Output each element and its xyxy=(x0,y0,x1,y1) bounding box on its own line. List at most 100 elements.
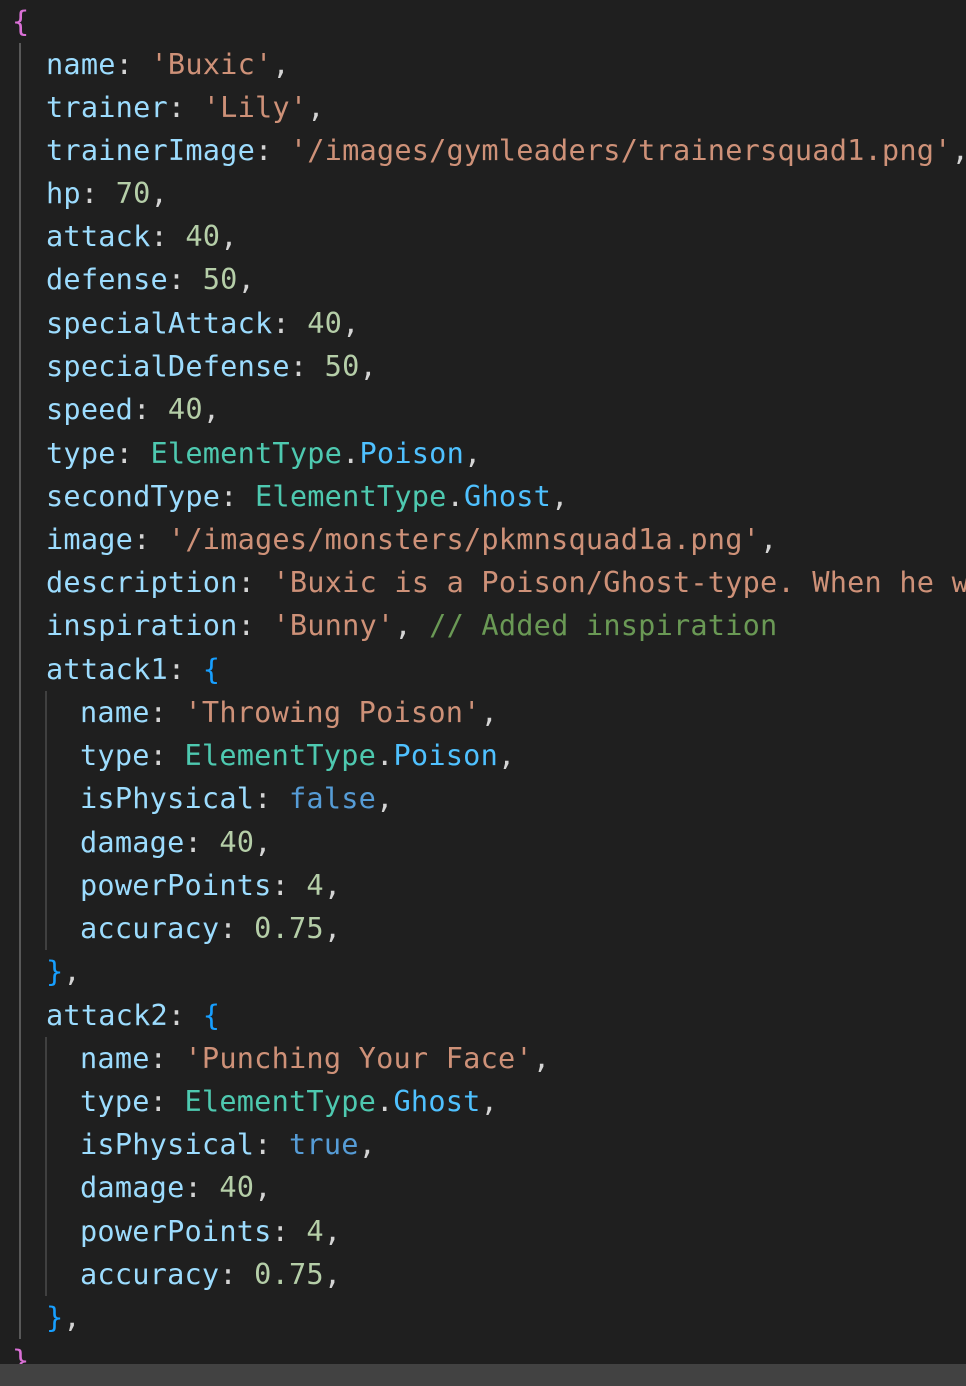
code-line-special-defense: specialDefense: 50, xyxy=(46,349,377,383)
property-key: powerPoints xyxy=(80,1214,272,1248)
enum-class: ElementType xyxy=(150,436,343,470)
code-line-attack2-name: name: 'Punching Your Face', xyxy=(80,1041,551,1075)
enum-member: Poison xyxy=(393,738,499,772)
string-value: 'Lily' xyxy=(202,90,308,124)
number-value: 40 xyxy=(219,825,255,859)
enum-class: ElementType xyxy=(184,738,377,772)
open-brace: { xyxy=(12,4,30,38)
enum-class: ElementType xyxy=(255,479,447,513)
property-key: accuracy xyxy=(80,1257,220,1291)
code-line-second-type: secondType: ElementType.Ghost, xyxy=(46,479,569,513)
enum-member: Poison xyxy=(359,436,465,470)
property-key: type xyxy=(80,738,150,772)
property-key: trainerImage xyxy=(46,133,255,167)
string-value: '/images/gymleaders/trainersquad1.png' xyxy=(289,133,952,167)
code-line-attack1: attack1: { xyxy=(46,652,221,686)
code-line: { xyxy=(12,0,29,43)
property-key: type xyxy=(46,436,116,470)
code-line-attack2-type: type: ElementType.Ghost, xyxy=(80,1084,499,1118)
code-comment: // Added inspiration xyxy=(429,608,778,642)
number-value: 0.75 xyxy=(254,1257,324,1291)
code-line-hp: hp: 70, xyxy=(46,176,168,210)
code-line-attack2-close: }, xyxy=(46,1300,81,1334)
open-brace: { xyxy=(202,652,221,686)
number-value: 4 xyxy=(306,868,324,902)
property-key: specialDefense xyxy=(46,349,290,383)
property-key: powerPoints xyxy=(80,868,272,902)
property-key: type xyxy=(80,1084,150,1118)
code-line-speed: speed: 40, xyxy=(46,392,221,426)
number-value: 0.75 xyxy=(254,911,324,945)
code-line-attack1-name: name: 'Throwing Poison', xyxy=(80,695,498,729)
number-value: 40 xyxy=(167,392,203,426)
string-value: 'Buxic' xyxy=(150,47,273,81)
property-key: hp xyxy=(46,176,81,210)
property-key: specialAttack xyxy=(46,306,273,340)
number-value: 50 xyxy=(324,349,360,383)
number-value: 40 xyxy=(219,1170,255,1204)
code-line-image: image: '/images/monsters/pkmnsquad1a.png… xyxy=(46,522,778,556)
code-line-description: description: 'Buxic is a Poison/Ghost-ty… xyxy=(46,561,966,604)
property-key: attack xyxy=(46,219,151,253)
boolean-value: true xyxy=(289,1127,359,1161)
property-key: accuracy xyxy=(80,911,220,945)
indent-guide-attack1 xyxy=(45,691,47,950)
code-line-trainer-image: trainerImage: '/images/gymleaders/traine… xyxy=(46,133,966,167)
code-line-attack: attack: 40, xyxy=(46,219,238,253)
close-brace: } xyxy=(46,1300,64,1334)
string-value: 'Bunny' xyxy=(272,608,395,642)
code-line-attack2-accuracy: accuracy: 0.75, xyxy=(80,1257,342,1291)
property-key: image xyxy=(46,522,134,556)
number-value: 40 xyxy=(307,306,343,340)
code-line-attack1-type: type: ElementType.Poison, xyxy=(80,738,516,772)
boolean-value: false xyxy=(289,781,377,815)
property-key: isPhysical xyxy=(80,781,255,815)
number-value: 4 xyxy=(306,1214,324,1248)
close-brace: } xyxy=(46,954,64,988)
code-line-attack2-is-physical: isPhysical: true, xyxy=(80,1127,377,1161)
property-key: attack2 xyxy=(46,998,168,1032)
code-line-attack1-power-points: powerPoints: 4, xyxy=(80,868,342,902)
enum-class: ElementType xyxy=(184,1084,377,1118)
property-key: name xyxy=(80,695,150,729)
property-key: description xyxy=(46,565,238,599)
property-key: attack1 xyxy=(46,652,168,686)
code-line-attack2: attack2: { xyxy=(46,998,221,1032)
indent-guide-outer xyxy=(19,43,21,1339)
number-value: 40 xyxy=(185,219,221,253)
string-value: 'Throwing Poison' xyxy=(184,695,481,729)
indent-guide-attack2 xyxy=(45,1037,47,1296)
open-brace: { xyxy=(202,998,221,1032)
horizontal-scrollbar[interactable] xyxy=(0,1364,966,1386)
string-value: 'Punching Your Face' xyxy=(184,1041,533,1075)
property-key: speed xyxy=(46,392,134,426)
property-key: secondType xyxy=(46,479,221,513)
enum-member: Ghost xyxy=(393,1084,481,1118)
code-line-trainer: trainer: 'Lily', xyxy=(46,90,325,124)
property-key: damage xyxy=(80,825,185,859)
code-line-type: type: ElementType.Poison, xyxy=(46,436,482,470)
code-line-attack1-damage: damage: 40, xyxy=(80,825,272,859)
property-key: trainer xyxy=(46,90,168,124)
property-key: isPhysical xyxy=(80,1127,255,1161)
property-key: damage xyxy=(80,1170,185,1204)
code-line-inspiration: inspiration: 'Bunny', // Added inspirati… xyxy=(46,608,778,642)
number-value: 70 xyxy=(115,176,151,210)
string-value: 'Buxic is a Poison/Ghost-type. When he w xyxy=(272,565,966,599)
code-line-attack1-close: }, xyxy=(46,954,81,988)
property-key: defense xyxy=(46,262,168,296)
number-value: 50 xyxy=(202,262,238,296)
code-line-attack1-accuracy: accuracy: 0.75, xyxy=(80,911,342,945)
code-line-attack1-is-physical: isPhysical: false, xyxy=(80,781,394,815)
string-value: '/images/monsters/pkmnsquad1a.png' xyxy=(167,522,761,556)
code-line-attack2-power-points: powerPoints: 4, xyxy=(80,1214,342,1248)
code-line-special-attack: specialAttack: 40, xyxy=(46,306,360,340)
property-key: name xyxy=(46,47,116,81)
code-line-name: name: 'Buxic', xyxy=(46,47,290,81)
property-key: inspiration xyxy=(46,608,238,642)
code-line-attack2-damage: damage: 40, xyxy=(80,1170,272,1204)
code-line-defense: defense: 50, xyxy=(46,262,256,296)
code-editor[interactable]: { name: 'Buxic', trainer: 'Lily', traine… xyxy=(0,0,966,1386)
property-key: name xyxy=(80,1041,150,1075)
enum-member: Ghost xyxy=(464,479,552,513)
